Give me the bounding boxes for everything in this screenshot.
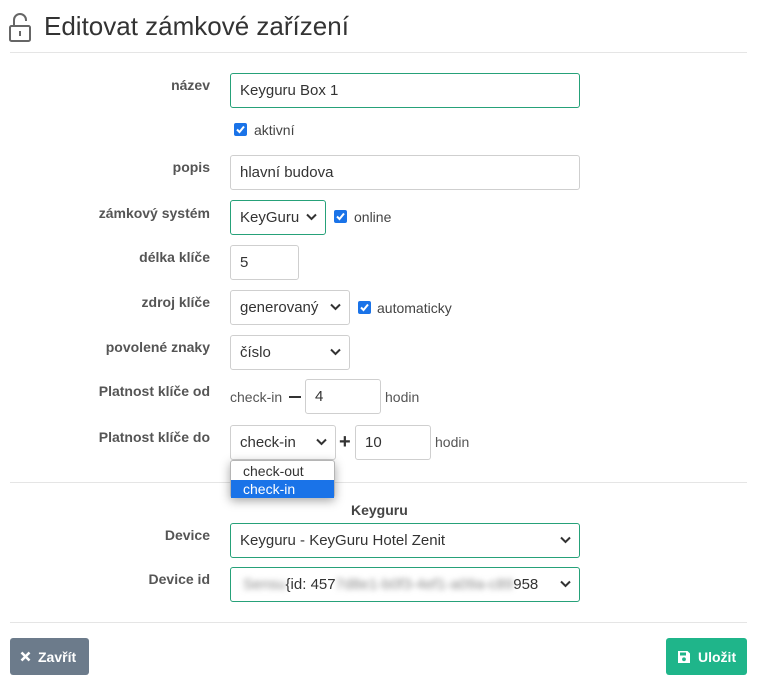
- allowed-chars-select[interactable]: číslo: [230, 335, 350, 370]
- device-id-value: {id: 457: [285, 576, 336, 593]
- plus-icon: +: [339, 431, 351, 453]
- valid-to-hours-input[interactable]: 10: [355, 425, 431, 460]
- device-id-prefix: Sensu: [243, 576, 286, 593]
- chevron-down-icon: [316, 438, 327, 446]
- lock-system-value: KeyGuru: [240, 209, 300, 226]
- dropdown-option-check-in[interactable]: check-in: [231, 480, 334, 498]
- close-icon: [20, 651, 31, 662]
- keyguru-section-title: Keyguru: [351, 502, 408, 518]
- key-source-label: zdroj klíče: [141, 294, 210, 310]
- key-source-select[interactable]: generovaný: [230, 290, 350, 325]
- floppy-disk-icon: [678, 650, 690, 663]
- active-label: aktivní: [254, 122, 295, 138]
- device-id-label: Device id: [148, 571, 210, 587]
- online-label: online: [354, 209, 392, 225]
- device-select[interactable]: Keyguru - KeyGuru Hotel Zenit: [230, 523, 580, 558]
- header-divider: [10, 52, 747, 53]
- description-input[interactable]: hlavní budova: [230, 155, 580, 190]
- key-length-input[interactable]: 5: [230, 245, 299, 280]
- device-id-suffix: 958: [513, 576, 539, 593]
- minus-icon: [289, 396, 301, 398]
- footer-divider: [10, 622, 747, 623]
- key-source-value: generovaný: [240, 299, 319, 316]
- chevron-down-icon: [560, 536, 571, 544]
- unlock-icon: [9, 13, 31, 42]
- active-checkbox[interactable]: [234, 123, 247, 136]
- save-button[interactable]: Uložit: [666, 638, 747, 675]
- chevron-down-icon: [560, 580, 571, 588]
- description-label: popis: [172, 159, 210, 175]
- chevron-down-icon: [306, 213, 317, 221]
- name-input[interactable]: Keyguru Box 1: [230, 73, 580, 108]
- device-value: Keyguru - KeyGuru Hotel Zenit: [240, 532, 446, 549]
- dropdown-option-check-out[interactable]: check-out: [231, 462, 334, 480]
- chevron-down-icon: [330, 348, 341, 356]
- online-checkbox[interactable]: [334, 210, 347, 223]
- page-title: Editovat zámkové zařízení: [44, 11, 349, 41]
- save-button-label: Uložit: [698, 648, 737, 665]
- valid-from-label: Platnost klíče od: [98, 383, 210, 399]
- device-label: Device: [164, 527, 210, 543]
- lock-system-select[interactable]: KeyGuru: [230, 200, 326, 235]
- valid-to-dropdown: check-out check-in: [230, 460, 335, 498]
- valid-from-hours-input[interactable]: 4: [305, 379, 381, 414]
- valid-from-base: check-in: [230, 389, 283, 405]
- valid-to-unit: hodin: [435, 434, 470, 450]
- valid-to-value: check-in: [240, 434, 296, 451]
- device-id-select[interactable]: Sensu{id: 4577d8e1-b0f3-4ef1-a09a-c89958: [230, 567, 580, 602]
- close-button-label: Zavřít: [38, 648, 77, 665]
- name-label: název: [171, 77, 210, 93]
- chevron-down-icon: [330, 303, 341, 311]
- close-button[interactable]: Zavřít: [10, 638, 89, 675]
- allowed-chars-label: povolené znaky: [105, 339, 210, 355]
- key-length-label: délka klíče: [139, 249, 210, 265]
- valid-to-select[interactable]: check-in: [230, 425, 336, 460]
- device-id-masked: 7d8e1-b0f3-4ef1-a09a-c89: [335, 576, 514, 593]
- automatic-checkbox[interactable]: [358, 301, 371, 314]
- section-divider: [10, 482, 747, 483]
- allowed-chars-value: číslo: [240, 344, 271, 361]
- lock-system-label: zámkový systém: [98, 205, 210, 221]
- valid-from-unit: hodin: [385, 389, 420, 405]
- automatic-label: automaticky: [377, 300, 452, 316]
- valid-to-label: Platnost klíče do: [98, 429, 210, 445]
